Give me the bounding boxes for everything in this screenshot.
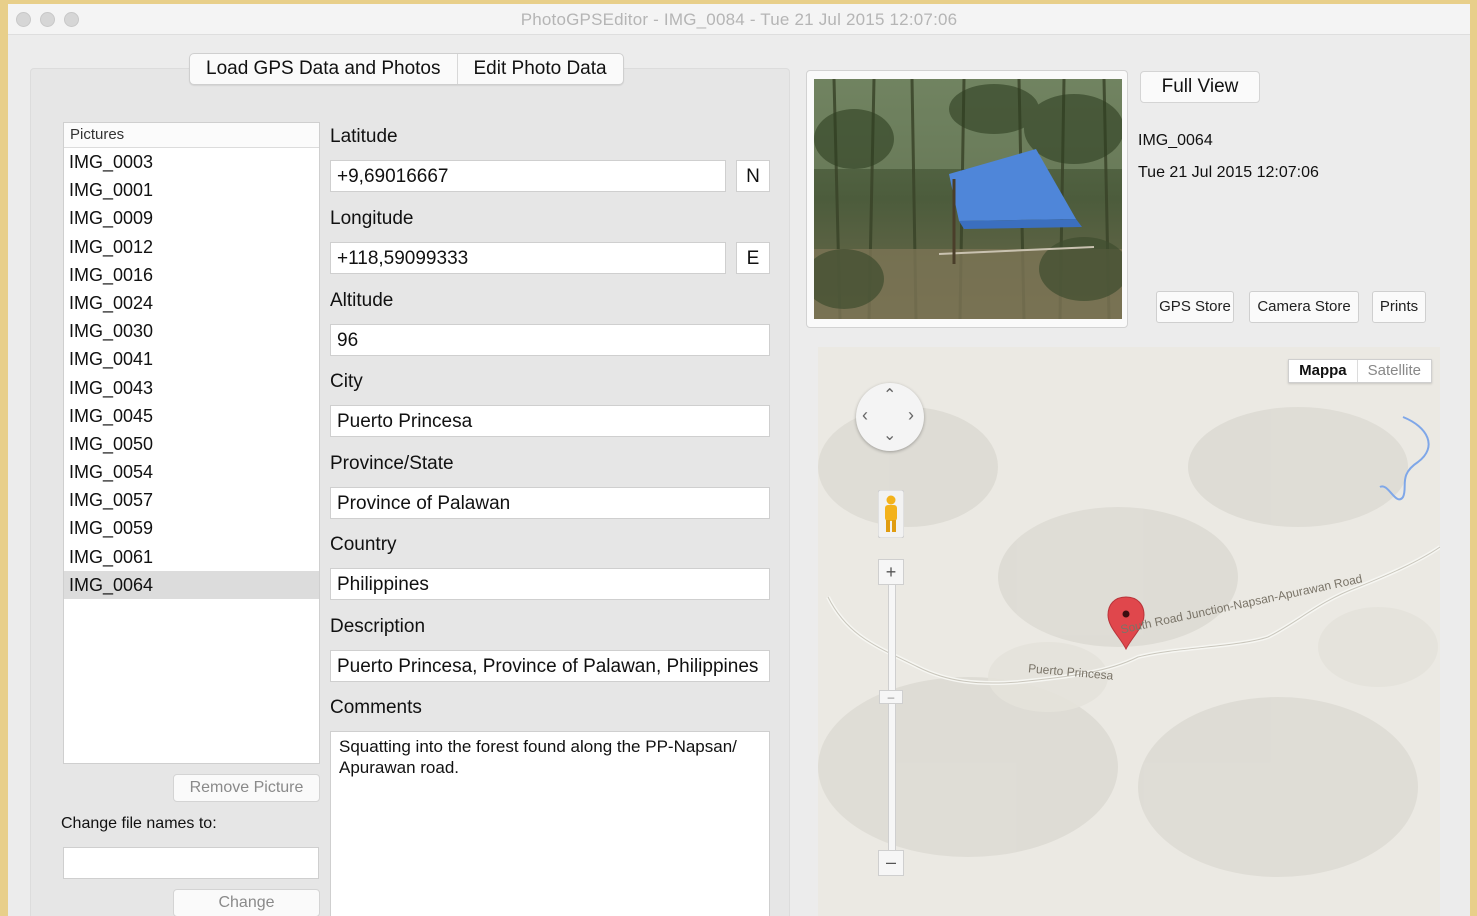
description-field[interactable]: Puerto Princesa, Province of Palawan, Ph…	[330, 650, 770, 682]
country-label: Country	[330, 534, 397, 555]
zoom-slider-handle[interactable]: –	[879, 690, 903, 704]
list-item[interactable]: IMG_0016	[64, 261, 319, 289]
list-item[interactable]: IMG_0059	[64, 514, 319, 542]
pan-left-icon[interactable]: ‹	[862, 405, 868, 426]
longitude-label: Longitude	[330, 208, 414, 229]
prints-button[interactable]: Prints	[1372, 291, 1426, 323]
map-type-map-button[interactable]: Mappa	[1289, 360, 1357, 382]
zoom-in-button[interactable]: +	[878, 559, 904, 585]
rename-label: Change file names to:	[61, 815, 217, 832]
list-item[interactable]: IMG_0009	[64, 204, 319, 232]
list-item[interactable]: IMG_0001	[64, 176, 319, 204]
list-item[interactable]: IMG_0054	[64, 458, 319, 486]
city-field[interactable]: Puerto Princesa	[330, 405, 770, 437]
latitude-hemisphere-field[interactable]: N	[736, 160, 770, 192]
list-item[interactable]: IMG_0050	[64, 430, 319, 458]
pan-down-icon[interactable]: ⌄	[883, 425, 896, 445]
zoom-slider-track[interactable]	[888, 579, 896, 867]
list-item[interactable]: IMG_0057	[64, 486, 319, 514]
list-item[interactable]: IMG_0041	[64, 345, 319, 373]
photo-preview-image[interactable]	[814, 79, 1122, 319]
comments-textarea[interactable]: Squatting into the forest found along th…	[330, 731, 770, 916]
remove-picture-button[interactable]: Remove Picture	[173, 774, 320, 802]
full-view-button[interactable]: Full View	[1140, 71, 1260, 103]
altitude-field[interactable]: 96	[330, 324, 770, 356]
pan-up-icon[interactable]: ⌃	[883, 385, 896, 405]
country-field[interactable]: Philippines	[330, 568, 770, 600]
city-label: City	[330, 371, 363, 392]
rename-input[interactable]	[63, 847, 319, 879]
pictures-list[interactable]: Pictures IMG_0003 IMG_0001 IMG_0009 IMG_…	[63, 122, 320, 764]
zoom-out-button[interactable]: –	[878, 850, 904, 876]
photo-date: Tue 21 Jul 2015 12:07:06	[1138, 164, 1319, 181]
map-type-satellite-button[interactable]: Satellite	[1356, 360, 1431, 382]
list-item[interactable]: IMG_0012	[64, 233, 319, 261]
map-type-toggle: Mappa Satellite	[1288, 359, 1432, 383]
province-field[interactable]: Province of Palawan	[330, 487, 770, 519]
list-item[interactable]: IMG_0030	[64, 317, 319, 345]
app-window: PhotoGPSEditor - IMG_0084 - Tue 21 Jul 2…	[8, 4, 1470, 916]
list-item-selected[interactable]: IMG_0064	[64, 570, 319, 599]
tab-bar: Load GPS Data and Photos Edit Photo Data	[189, 53, 624, 85]
photo-preview-frame	[806, 70, 1128, 328]
pegman-icon[interactable]	[878, 490, 904, 538]
altitude-label: Altitude	[330, 290, 394, 311]
latitude-label: Latitude	[330, 126, 398, 147]
tab-load-gps-data[interactable]: Load GPS Data and Photos	[190, 54, 457, 84]
list-item[interactable]: IMG_0043	[64, 374, 319, 402]
pan-right-icon[interactable]: ›	[908, 405, 914, 426]
gps-store-button[interactable]: GPS Store	[1156, 291, 1234, 323]
list-item[interactable]: IMG_0003	[64, 148, 319, 176]
map-view[interactable]: Puerto Princesa South Road Junction-Naps…	[818, 347, 1440, 916]
map-pan-control[interactable]: ⌃ ⌄ ‹ ›	[856, 383, 924, 451]
comments-label: Comments	[330, 697, 422, 718]
pictures-list-header: Pictures	[64, 123, 319, 148]
description-label: Description	[330, 616, 426, 637]
change-button[interactable]: Change	[173, 889, 320, 916]
photo-name: IMG_0064	[1138, 132, 1213, 149]
title-bar: PhotoGPSEditor - IMG_0084 - Tue 21 Jul 2…	[8, 4, 1470, 35]
longitude-field[interactable]: +118,59099333	[330, 242, 726, 274]
list-item[interactable]: IMG_0061	[64, 543, 319, 571]
latitude-field[interactable]: +9,69016667	[330, 160, 726, 192]
longitude-hemisphere-field[interactable]: E	[736, 242, 770, 274]
camera-store-button[interactable]: Camera Store	[1249, 291, 1359, 323]
list-item[interactable]: IMG_0045	[64, 402, 319, 430]
tab-edit-photo-data[interactable]: Edit Photo Data	[456, 54, 623, 84]
province-label: Province/State	[330, 453, 454, 474]
window-title: PhotoGPSEditor - IMG_0084 - Tue 21 Jul 2…	[520, 10, 958, 29]
list-item[interactable]: IMG_0024	[64, 289, 319, 317]
